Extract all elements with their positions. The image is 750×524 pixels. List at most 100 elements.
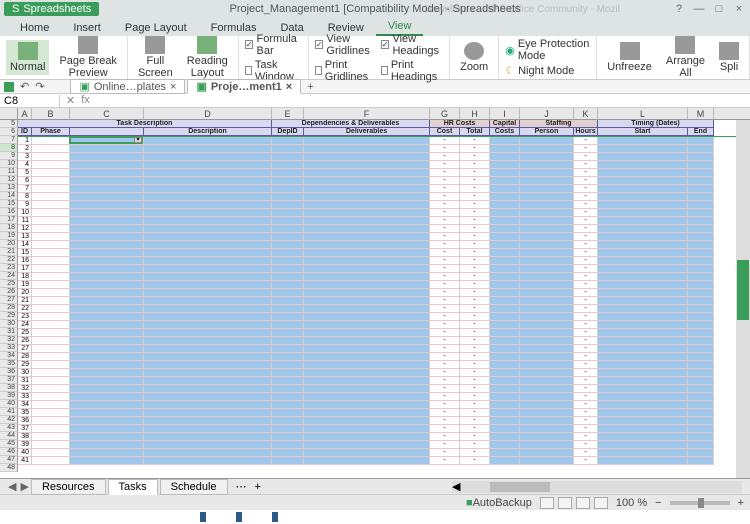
cell[interactable]	[70, 329, 144, 337]
cell[interactable]	[304, 137, 430, 145]
cell[interactable]: -	[460, 449, 490, 457]
print-gridlines-toggle[interactable]: Print Gridlines	[315, 59, 375, 83]
cell[interactable]	[304, 449, 430, 457]
cell[interactable]	[304, 345, 430, 353]
cell[interactable]	[70, 457, 144, 465]
row-header[interactable]: 34	[0, 352, 18, 360]
row-header[interactable]: 44	[0, 432, 18, 440]
cell[interactable]	[688, 409, 714, 417]
cell[interactable]	[144, 345, 272, 353]
cell[interactable]	[272, 153, 304, 161]
app-tab[interactable]: S Spreadsheets	[4, 2, 99, 16]
cell[interactable]	[490, 241, 520, 249]
row-header[interactable]: 20	[0, 240, 18, 248]
menu-home[interactable]: Home	[8, 20, 61, 36]
cell[interactable]: -	[430, 169, 460, 177]
cell[interactable]	[272, 225, 304, 233]
cell[interactable]	[598, 153, 688, 161]
cell[interactable]	[304, 225, 430, 233]
cell[interactable]: 4	[18, 161, 32, 169]
cell[interactable]: 21	[18, 297, 32, 305]
cell[interactable]	[520, 337, 574, 345]
cell[interactable]	[144, 217, 272, 225]
cell[interactable]	[490, 433, 520, 441]
cell[interactable]: 28	[18, 353, 32, 361]
cell[interactable]	[598, 425, 688, 433]
cell[interactable]	[144, 193, 272, 201]
cell[interactable]: 39	[18, 441, 32, 449]
cell[interactable]	[272, 425, 304, 433]
row-header[interactable]: 29	[0, 312, 18, 320]
cell[interactable]	[272, 209, 304, 217]
cell[interactable]	[490, 441, 520, 449]
cell[interactable]: -	[460, 153, 490, 161]
cell[interactable]	[490, 201, 520, 209]
cell[interactable]	[598, 249, 688, 257]
cell[interactable]	[32, 153, 70, 161]
close-tab-icon[interactable]: ×	[170, 81, 176, 93]
row-header[interactable]: 21	[0, 248, 18, 256]
col-header-G[interactable]: G	[430, 108, 460, 119]
cell[interactable]: -	[430, 337, 460, 345]
page-break-button[interactable]: Page Break Preview	[55, 34, 120, 81]
doc-tab-project[interactable]: ▣Proje…ment1×	[187, 79, 301, 94]
cell[interactable]: -	[460, 225, 490, 233]
row-headers[interactable]: 5678910111213141516171819202122232425262…	[0, 120, 18, 472]
row-header[interactable]: 40	[0, 400, 18, 408]
row-header[interactable]: 46	[0, 448, 18, 456]
cell[interactable]	[272, 249, 304, 257]
cell[interactable]	[490, 249, 520, 257]
cell[interactable]: -	[460, 329, 490, 337]
sheet-nav[interactable]: ◀▶	[8, 480, 29, 493]
cell[interactable]	[32, 441, 70, 449]
cell[interactable]	[304, 233, 430, 241]
cell[interactable]: -	[460, 441, 490, 449]
cell[interactable]: -	[430, 161, 460, 169]
cell[interactable]	[490, 185, 520, 193]
cell[interactable]	[272, 201, 304, 209]
cell[interactable]	[70, 337, 144, 345]
cell[interactable]: -	[430, 313, 460, 321]
cell[interactable]	[70, 377, 144, 385]
cell[interactable]	[272, 393, 304, 401]
cell[interactable]	[688, 305, 714, 313]
cell[interactable]	[304, 265, 430, 273]
select-all-corner[interactable]	[0, 108, 18, 120]
cell[interactable]: -	[460, 289, 490, 297]
cell[interactable]	[688, 169, 714, 177]
cell[interactable]	[490, 337, 520, 345]
cell[interactable]	[70, 313, 144, 321]
cell[interactable]	[144, 425, 272, 433]
cell[interactable]	[272, 137, 304, 145]
cell[interactable]	[70, 273, 144, 281]
cell[interactable]	[490, 177, 520, 185]
cell[interactable]: -	[430, 233, 460, 241]
cell[interactable]: 25	[18, 329, 32, 337]
cell[interactable]	[70, 401, 144, 409]
cell[interactable]	[688, 425, 714, 433]
cell[interactable]	[490, 393, 520, 401]
cell[interactable]	[272, 185, 304, 193]
cell[interactable]	[520, 329, 574, 337]
cell[interactable]: -	[574, 345, 598, 353]
cell[interactable]	[144, 169, 272, 177]
cell[interactable]: -	[574, 361, 598, 369]
cell[interactable]: -	[430, 273, 460, 281]
row-header[interactable]: 47	[0, 456, 18, 464]
cell[interactable]	[70, 353, 144, 361]
cell[interactable]	[490, 369, 520, 377]
cell[interactable]: -	[430, 305, 460, 313]
cell[interactable]	[688, 337, 714, 345]
cell[interactable]	[70, 169, 144, 177]
fx-icon[interactable]: fx	[81, 94, 90, 107]
cell[interactable]	[304, 401, 430, 409]
cell[interactable]	[70, 441, 144, 449]
cell[interactable]: -	[460, 393, 490, 401]
cell[interactable]	[70, 369, 144, 377]
cell[interactable]	[304, 329, 430, 337]
cell[interactable]: -	[430, 177, 460, 185]
cell[interactable]	[304, 353, 430, 361]
cell[interactable]: -	[430, 321, 460, 329]
cell[interactable]	[304, 361, 430, 369]
formula-bar-toggle[interactable]: ✓Formula Bar	[245, 33, 302, 57]
